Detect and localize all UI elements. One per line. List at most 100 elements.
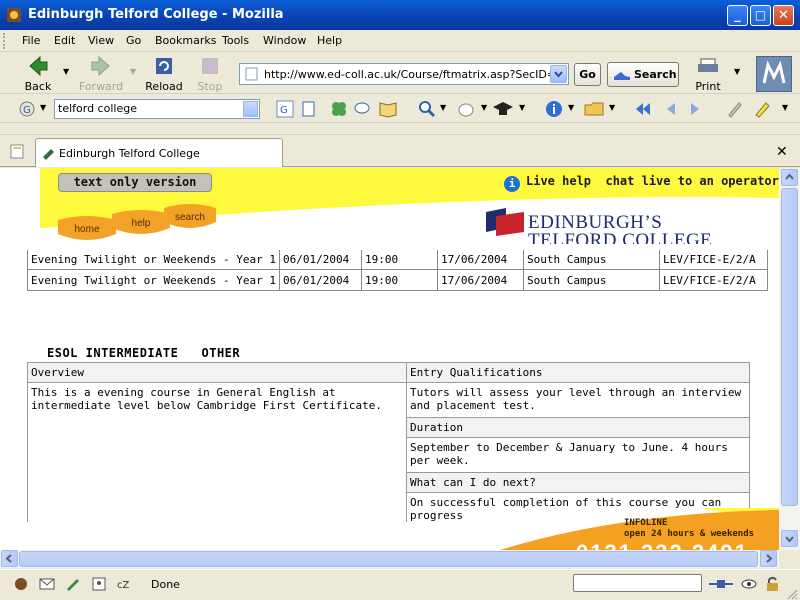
menu-go[interactable]: Go: [126, 34, 141, 47]
highlighter-dropdown[interactable]: ▼: [782, 103, 788, 112]
title-bar: Edinburgh Telford College - Mozilla _ □ …: [0, 0, 800, 30]
back-small-icon[interactable]: [664, 101, 678, 117]
resize-grip[interactable]: [786, 588, 798, 600]
text-only-version-button[interactable]: text only version: [58, 173, 212, 192]
back-history-dropdown[interactable]: ▼: [63, 67, 69, 76]
print-button[interactable]: Print: [691, 55, 725, 93]
menu-help[interactable]: Help: [317, 34, 342, 47]
mail-icon[interactable]: [38, 576, 56, 592]
schedule-table: Evening Twilight or Weekends - Year 1 06…: [27, 250, 769, 291]
home-tab-label: home: [74, 224, 100, 235]
home-tab[interactable]: home: [58, 216, 116, 244]
help-tab[interactable]: help: [112, 210, 170, 238]
svg-text:G: G: [280, 105, 288, 116]
reload-icon: [156, 58, 172, 74]
toolbar-grip[interactable]: [3, 33, 6, 49]
scroll-right-button[interactable]: [760, 550, 777, 567]
table-row: Evening Twilight or Weekends - Year 1 06…: [27, 250, 769, 270]
chatzilla-icon[interactable]: cZ: [116, 576, 134, 592]
clover-icon[interactable]: [330, 100, 348, 118]
mozilla-app-icon[interactable]: [6, 7, 22, 23]
schedule-cell: 19:00: [361, 250, 439, 270]
menu-tools[interactable]: Tools: [222, 34, 249, 47]
schedule-cell: South Campus: [523, 269, 661, 291]
google-search-icon[interactable]: G: [276, 100, 294, 118]
mouse-dropdown[interactable]: ▼: [481, 103, 487, 112]
cookie-eye-icon[interactable]: [740, 576, 758, 592]
infoline-text: INFOLINE open 24 hours & weekends: [624, 518, 754, 540]
google-g-icon[interactable]: G: [18, 100, 36, 118]
magnifier-icon[interactable]: [418, 100, 436, 118]
url-dropdown-button[interactable]: [550, 65, 567, 83]
speech-bubble-icon[interactable]: [353, 100, 371, 118]
google-menu-dropdown[interactable]: ▼: [40, 103, 46, 112]
menu-view[interactable]: View: [88, 34, 114, 47]
chat-operator-label: chat live to an operator: [605, 174, 779, 188]
tab-edinburgh-telford[interactable]: Edinburgh Telford College: [35, 138, 283, 167]
address-book-icon[interactable]: [90, 576, 108, 592]
close-window-button[interactable]: ✕: [773, 5, 794, 26]
chevron-down-icon: [554, 71, 563, 78]
mozilla-logo[interactable]: [756, 56, 792, 92]
search-tab[interactable]: search: [164, 204, 222, 232]
info-icon[interactable]: [545, 100, 563, 118]
forward-small-icon[interactable]: [688, 101, 702, 117]
stop-button[interactable]: Stop: [195, 55, 225, 93]
forward-button[interactable]: Forward: [78, 55, 124, 93]
magnifier-dropdown[interactable]: ▼: [440, 103, 446, 112]
window-title: Edinburgh Telford College - Mozilla: [28, 7, 284, 22]
online-connection-icon[interactable]: [708, 576, 734, 592]
menu-bookmarks[interactable]: Bookmarks: [155, 34, 216, 47]
reload-button[interactable]: Reload: [145, 55, 183, 93]
highlighter-icon[interactable]: [753, 100, 771, 118]
menu-window[interactable]: Window: [263, 34, 306, 47]
book-icon[interactable]: [378, 100, 398, 118]
course-title: ESOL INTERMEDIATE OTHER: [47, 346, 241, 360]
new-tab-icon[interactable]: [9, 143, 26, 160]
live-help-link[interactable]: iLive help chat live to an operator_: [504, 174, 779, 192]
back-button[interactable]: Back: [22, 55, 54, 93]
infoline-banner[interactable]: INFOLINE open 24 hours & weekends 0131 3…: [500, 508, 779, 550]
search-button[interactable]: Search: [607, 62, 679, 87]
scroll-up-button[interactable]: [781, 169, 798, 186]
print-dropdown[interactable]: ▼: [734, 67, 740, 76]
scroll-down-button[interactable]: [781, 530, 798, 547]
menu-edit[interactable]: Edit: [54, 34, 75, 47]
entry-qualifications-heading: Entry Qualifications: [406, 362, 750, 383]
stop-icon: [202, 58, 218, 74]
vertical-scroll-thumb[interactable]: [781, 188, 798, 506]
close-tab-button[interactable]: ✕: [776, 144, 788, 160]
scroll-left-button[interactable]: [1, 550, 18, 567]
pencil-icon[interactable]: [726, 100, 744, 118]
info-dropdown[interactable]: ▼: [568, 103, 574, 112]
menu-file[interactable]: File: [22, 34, 40, 47]
forward-history-dropdown[interactable]: ▼: [130, 67, 136, 76]
menu-bar: File Edit View Go Bookmarks Tools Window…: [0, 30, 800, 52]
folder-icon[interactable]: [583, 100, 605, 118]
toolbar-search-input[interactable]: telford college: [54, 99, 260, 119]
security-lock-icon[interactable]: [764, 576, 782, 592]
go-button[interactable]: Go: [574, 63, 601, 86]
education-dropdown[interactable]: ▼: [519, 103, 525, 112]
search-site-icon[interactable]: [300, 100, 318, 118]
graduation-cap-icon[interactable]: [492, 100, 514, 118]
table-overlap-mask: [27, 244, 757, 250]
maximize-button[interactable]: □: [750, 5, 771, 26]
search-tab-label: search: [174, 212, 205, 223]
live-help-label: Live help: [526, 174, 592, 188]
minimize-button[interactable]: _: [727, 5, 748, 26]
vertical-scrollbar[interactable]: [779, 168, 800, 550]
horizontal-scroll-thumb[interactable]: [19, 551, 758, 567]
composer-icon[interactable]: [64, 576, 82, 592]
navigator-icon[interactable]: [12, 576, 30, 592]
stop-label: Stop: [197, 80, 223, 93]
toolbar-search-dropdown[interactable]: [243, 101, 258, 117]
previous-result-icon[interactable]: [634, 101, 652, 117]
horizontal-scrollbar[interactable]: [0, 550, 779, 568]
schedule-cell: 06/01/2004: [279, 250, 363, 270]
url-bar[interactable]: http://www.ed-coll.ac.uk/Course/ftmatrix…: [239, 63, 569, 85]
folder-dropdown[interactable]: ▼: [609, 103, 615, 112]
mouse-icon[interactable]: [455, 100, 477, 118]
college-flag-logo-icon[interactable]: [484, 206, 526, 236]
page-content: text only version i Live help chat live t…: [0, 168, 779, 550]
